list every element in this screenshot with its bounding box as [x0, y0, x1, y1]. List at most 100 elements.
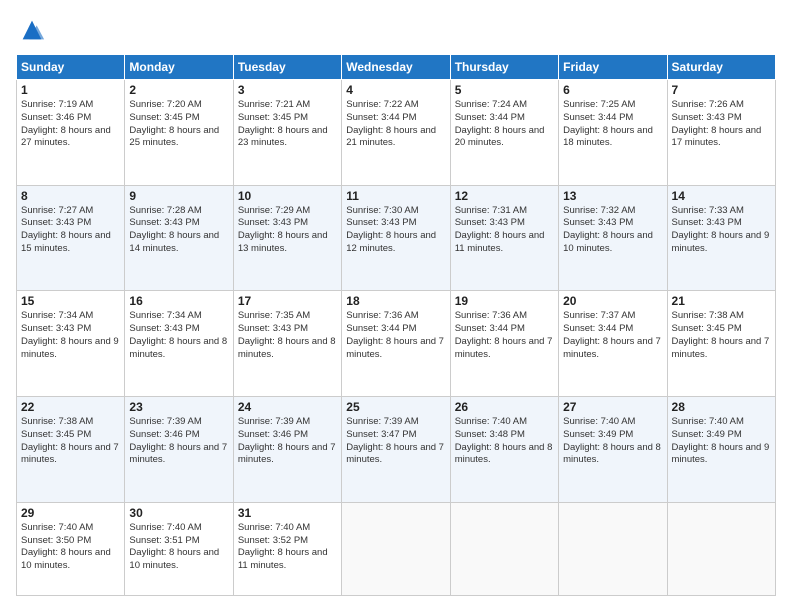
day-number: 19: [455, 294, 554, 308]
day-detail: Sunrise: 7:30 AMSunset: 3:43 PMDaylight:…: [346, 205, 445, 256]
day-detail: Sunrise: 7:40 AMSunset: 3:49 PMDaylight:…: [672, 416, 771, 467]
day-detail: Sunrise: 7:35 AMSunset: 3:43 PMDaylight:…: [238, 310, 337, 361]
calendar-cell: 5 Sunrise: 7:24 AMSunset: 3:44 PMDaylight…: [450, 80, 558, 186]
calendar-cell: 10Sunrise: 7:29 AMSunset: 3:43 PMDayligh…: [233, 185, 341, 291]
day-detail: Sunrise: 7:38 AMSunset: 3:45 PMDaylight:…: [672, 310, 771, 361]
calendar-cell: 2 Sunrise: 7:20 AMSunset: 3:45 PMDaylight…: [125, 80, 233, 186]
calendar-cell: 21 Sunrise: 7:38 AMSunset: 3:45 PMDayligh…: [667, 291, 775, 397]
day-detail: Sunrise: 7:39 AMSunset: 3:47 PMDaylight:…: [346, 416, 445, 467]
calendar-cell: 1Sunrise: 7:19 AMSunset: 3:46 PMDaylight…: [17, 80, 125, 186]
day-number: 21: [672, 294, 771, 308]
day-number: 7: [672, 83, 771, 97]
day-number: 29: [21, 506, 120, 520]
calendar-cell: [342, 502, 450, 595]
day-detail: Sunrise: 7:38 AMSunset: 3:45 PMDaylight:…: [21, 416, 120, 467]
calendar-cell: 22 Sunrise: 7:38 AMSunset: 3:45 PMDayligh…: [17, 397, 125, 503]
day-detail: Sunrise: 7:32 AMSunset: 3:43 PMDaylight:…: [563, 205, 662, 256]
day-detail: Sunrise: 7:19 AMSunset: 3:46 PMDaylight:…: [21, 99, 120, 150]
day-number: 27: [563, 400, 662, 414]
day-detail: Sunrise: 7:39 AMSunset: 3:46 PMDaylight:…: [238, 416, 337, 467]
calendar-cell: 11 Sunrise: 7:30 AMSunset: 3:43 PMDayligh…: [342, 185, 450, 291]
weekday-header: Monday: [125, 55, 233, 80]
day-detail: Sunrise: 7:27 AMSunset: 3:43 PMDaylight:…: [21, 205, 120, 256]
day-detail: Sunrise: 7:33 AMSunset: 3:43 PMDaylight:…: [672, 205, 771, 256]
day-detail: Sunrise: 7:28 AMSunset: 3:43 PMDaylight:…: [129, 205, 228, 256]
day-number: 11: [346, 189, 445, 203]
day-detail: Sunrise: 7:34 AMSunset: 3:43 PMDaylight:…: [129, 310, 228, 361]
day-detail: Sunrise: 7:37 AMSunset: 3:44 PMDaylight:…: [563, 310, 662, 361]
calendar-cell: 13 Sunrise: 7:32 AMSunset: 3:43 PMDayligh…: [559, 185, 667, 291]
logo-icon: [18, 16, 46, 44]
day-detail: Sunrise: 7:34 AMSunset: 3:43 PMDaylight:…: [21, 310, 120, 361]
day-number: 14: [672, 189, 771, 203]
day-number: 25: [346, 400, 445, 414]
calendar-cell: 9 Sunrise: 7:28 AMSunset: 3:43 PMDaylight…: [125, 185, 233, 291]
day-number: 9: [129, 189, 228, 203]
day-detail: Sunrise: 7:40 AMSunset: 3:49 PMDaylight:…: [563, 416, 662, 467]
calendar-cell: 20 Sunrise: 7:37 AMSunset: 3:44 PMDayligh…: [559, 291, 667, 397]
day-number: 3: [238, 83, 337, 97]
day-number: 24: [238, 400, 337, 414]
day-number: 15: [21, 294, 120, 308]
calendar-cell: [559, 502, 667, 595]
weekday-header: Saturday: [667, 55, 775, 80]
day-detail: Sunrise: 7:24 AMSunset: 3:44 PMDaylight:…: [455, 99, 554, 150]
day-detail: Sunrise: 7:21 AMSunset: 3:45 PMDaylight:…: [238, 99, 337, 150]
day-detail: Sunrise: 7:22 AMSunset: 3:44 PMDaylight:…: [346, 99, 445, 150]
day-number: 20: [563, 294, 662, 308]
calendar-cell: 30Sunrise: 7:40 AMSunset: 3:51 PMDayligh…: [125, 502, 233, 595]
calendar-cell: 16 Sunrise: 7:34 AMSunset: 3:43 PMDayligh…: [125, 291, 233, 397]
day-detail: Sunrise: 7:25 AMSunset: 3:44 PMDaylight:…: [563, 99, 662, 150]
day-detail: Sunrise: 7:31 AMSunset: 3:43 PMDaylight:…: [455, 205, 554, 256]
calendar-cell: 14 Sunrise: 7:33 AMSunset: 3:43 PMDayligh…: [667, 185, 775, 291]
logo: [16, 16, 46, 44]
calendar-cell: 8 Sunrise: 7:27 AMSunset: 3:43 PMDaylight…: [17, 185, 125, 291]
day-detail: Sunrise: 7:36 AMSunset: 3:44 PMDaylight:…: [346, 310, 445, 361]
day-detail: Sunrise: 7:29 AMSunset: 3:43 PMDaylight:…: [238, 205, 337, 256]
day-detail: Sunrise: 7:20 AMSunset: 3:45 PMDaylight:…: [129, 99, 228, 150]
day-number: 2: [129, 83, 228, 97]
day-number: 28: [672, 400, 771, 414]
calendar-cell: 28 Sunrise: 7:40 AMSunset: 3:49 PMDayligh…: [667, 397, 775, 503]
calendar-cell: 25 Sunrise: 7:39 AMSunset: 3:47 PMDayligh…: [342, 397, 450, 503]
calendar-cell: 24 Sunrise: 7:39 AMSunset: 3:46 PMDayligh…: [233, 397, 341, 503]
calendar-cell: 17 Sunrise: 7:35 AMSunset: 3:43 PMDayligh…: [233, 291, 341, 397]
calendar-cell: 12 Sunrise: 7:31 AMSunset: 3:43 PMDayligh…: [450, 185, 558, 291]
day-number: 5: [455, 83, 554, 97]
calendar-table: SundayMondayTuesdayWednesdayThursdayFrid…: [16, 54, 776, 596]
calendar-cell: 31 Sunrise: 7:40 AMSunset: 3:52 PMDayligh…: [233, 502, 341, 595]
page: SundayMondayTuesdayWednesdayThursdayFrid…: [0, 0, 792, 612]
day-number: 8: [21, 189, 120, 203]
calendar-cell: 23 Sunrise: 7:39 AMSunset: 3:46 PMDayligh…: [125, 397, 233, 503]
day-detail: Sunrise: 7:40 AMSunset: 3:52 PMDaylight:…: [238, 522, 337, 573]
day-number: 22: [21, 400, 120, 414]
calendar-week-row: 29Sunrise: 7:40 AMSunset: 3:50 PMDayligh…: [17, 502, 776, 595]
day-number: 18: [346, 294, 445, 308]
day-detail: Sunrise: 7:39 AMSunset: 3:46 PMDaylight:…: [129, 416, 228, 467]
day-number: 16: [129, 294, 228, 308]
calendar-week-row: 22 Sunrise: 7:38 AMSunset: 3:45 PMDayligh…: [17, 397, 776, 503]
day-number: 4: [346, 83, 445, 97]
weekday-header: Tuesday: [233, 55, 341, 80]
calendar-cell: 4 Sunrise: 7:22 AMSunset: 3:44 PMDaylight…: [342, 80, 450, 186]
calendar-cell: 18 Sunrise: 7:36 AMSunset: 3:44 PMDayligh…: [342, 291, 450, 397]
calendar-week-row: 15 Sunrise: 7:34 AMSunset: 3:43 PMDayligh…: [17, 291, 776, 397]
day-number: 26: [455, 400, 554, 414]
day-number: 12: [455, 189, 554, 203]
day-number: 23: [129, 400, 228, 414]
day-number: 13: [563, 189, 662, 203]
weekday-header: Thursday: [450, 55, 558, 80]
day-number: 17: [238, 294, 337, 308]
calendar-cell: 27 Sunrise: 7:40 AMSunset: 3:49 PMDayligh…: [559, 397, 667, 503]
calendar-cell: 29Sunrise: 7:40 AMSunset: 3:50 PMDayligh…: [17, 502, 125, 595]
calendar-cell: [450, 502, 558, 595]
day-detail: Sunrise: 7:36 AMSunset: 3:44 PMDaylight:…: [455, 310, 554, 361]
calendar-header-row: SundayMondayTuesdayWednesdayThursdayFrid…: [17, 55, 776, 80]
calendar-cell: 26 Sunrise: 7:40 AMSunset: 3:48 PMDayligh…: [450, 397, 558, 503]
day-detail: Sunrise: 7:40 AMSunset: 3:48 PMDaylight:…: [455, 416, 554, 467]
day-number: 31: [238, 506, 337, 520]
calendar-cell: 6Sunrise: 7:25 AMSunset: 3:44 PMDaylight…: [559, 80, 667, 186]
weekday-header: Sunday: [17, 55, 125, 80]
calendar-cell: 19 Sunrise: 7:36 AMSunset: 3:44 PMDayligh…: [450, 291, 558, 397]
calendar-cell: 3 Sunrise: 7:21 AMSunset: 3:45 PMDaylight…: [233, 80, 341, 186]
